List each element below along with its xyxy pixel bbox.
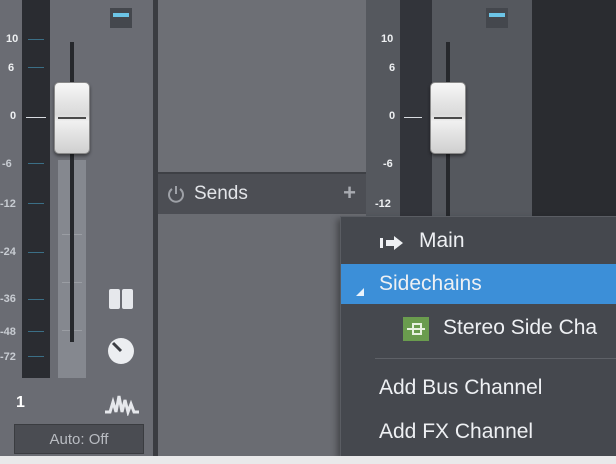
scale-label: -24 xyxy=(0,246,16,258)
sends-header: Sends + xyxy=(158,174,366,214)
led-indicator xyxy=(489,13,505,17)
scale-label: -12 xyxy=(0,198,16,210)
automation-mode-label: Auto: Off xyxy=(49,430,109,448)
scale-label: -12 xyxy=(375,198,391,210)
channel-1-top-button[interactable] xyxy=(110,8,132,28)
zero-tick xyxy=(26,117,46,118)
scale-label: -6 xyxy=(383,158,393,170)
scale-label: 0 xyxy=(10,110,17,122)
scale-label: 6 xyxy=(8,62,15,74)
level-meter-2 xyxy=(400,0,432,220)
scale-label: 0 xyxy=(389,110,396,122)
route-arrow-icon xyxy=(379,233,405,250)
sends-panel xyxy=(158,214,366,456)
channel-strip-3 xyxy=(532,0,616,220)
triangle-expand-icon xyxy=(355,279,365,296)
scale-label: -36 xyxy=(0,293,16,305)
pan-knob-icon[interactable] xyxy=(106,336,136,366)
menu-item-label: Add FX Channel xyxy=(379,420,534,443)
menu-item-main[interactable]: Main xyxy=(341,221,616,261)
mixer-view: 10 6 0 -6 -12 -24 -36 -48 -72 1 Auto: Of… xyxy=(0,0,616,464)
scale-label: 10 xyxy=(381,33,394,45)
stereo-link-icon[interactable] xyxy=(108,287,134,311)
sends-label: Sends xyxy=(194,183,248,204)
sidechain-plugin-icon xyxy=(403,317,429,341)
menu-item-label: Main xyxy=(419,229,465,252)
menu-item-label: Stereo Side Cha xyxy=(443,316,598,339)
menu-item-add-bus-channel[interactable]: Add Bus Channel xyxy=(341,368,616,408)
menu-item-sidechains[interactable]: Sidechains xyxy=(341,264,616,304)
bottom-margin xyxy=(0,456,616,464)
waveform-icon[interactable] xyxy=(104,392,140,418)
menu-item-add-fx-channel[interactable]: Add FX Channel xyxy=(341,412,616,452)
menu-item-stereo-side-chain[interactable]: Stereo Side Cha xyxy=(341,308,616,348)
sends-dropdown-menu: Main Sidechains Stereo Side Cha Add Bus … xyxy=(340,216,616,456)
menu-item-label: Add Bus Channel xyxy=(379,376,543,399)
zero-tick xyxy=(404,117,422,118)
scale-label: 10 xyxy=(6,33,19,45)
led-indicator xyxy=(113,13,129,17)
scale-label: 6 xyxy=(389,62,396,74)
channel-number: 1 xyxy=(16,394,25,411)
automation-mode-button[interactable]: Auto: Off xyxy=(14,424,144,454)
menu-separator xyxy=(375,358,616,359)
level-meter-1 xyxy=(22,0,50,378)
scale-label: -72 xyxy=(0,351,16,363)
scale-label: -6 xyxy=(2,158,12,170)
volume-fader-1[interactable] xyxy=(54,82,90,154)
plus-icon[interactable]: + xyxy=(343,180,356,206)
power-icon[interactable] xyxy=(166,184,186,204)
channel-2-top-button[interactable] xyxy=(486,8,508,28)
scale-label: -48 xyxy=(0,326,16,338)
insert-panel xyxy=(158,0,366,172)
volume-fader-2[interactable] xyxy=(430,82,466,154)
menu-item-label: Sidechains xyxy=(379,272,482,295)
